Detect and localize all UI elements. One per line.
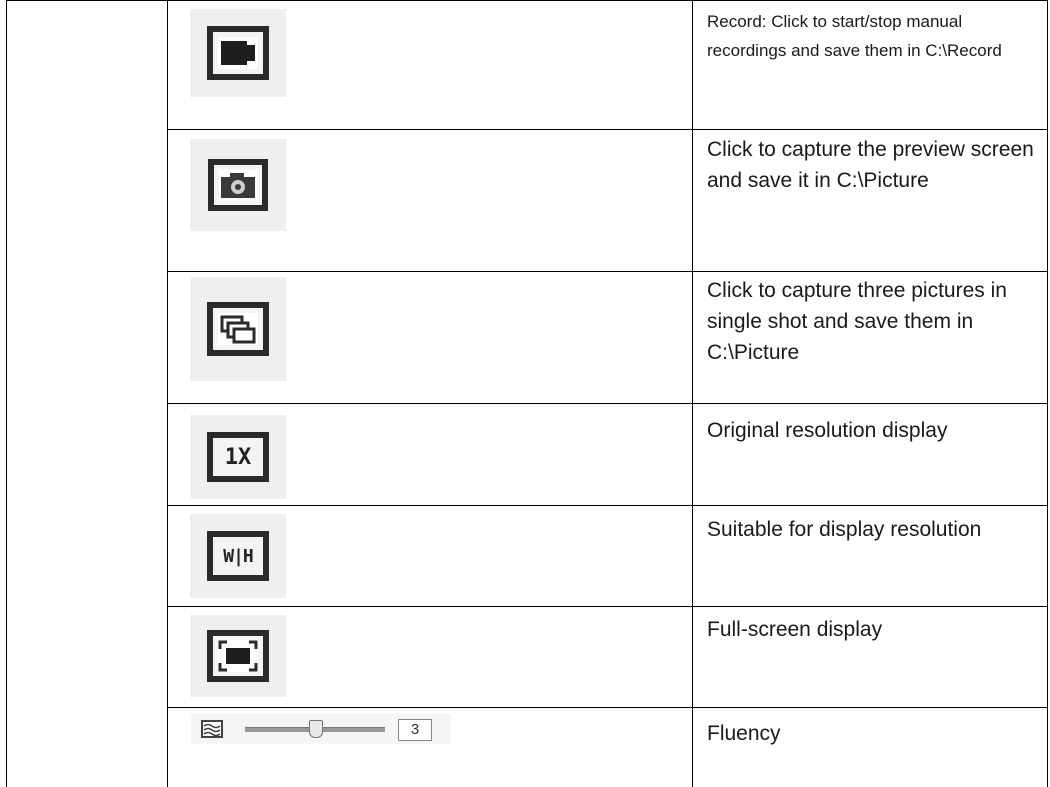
row-separator: [167, 271, 1048, 272]
row-description: Suitable for display resolution: [707, 518, 982, 541]
table-top-border: [6, 0, 1048, 1]
row-separator: [167, 505, 1048, 506]
row-description: Full-screen display: [707, 618, 883, 641]
burst-capture-button[interactable]: [190, 277, 286, 381]
row-separator: [167, 403, 1048, 404]
fullscreen-button[interactable]: [190, 615, 286, 697]
original-resolution-button[interactable]: 1X: [190, 415, 286, 499]
fluency-slider-thumb[interactable]: [309, 720, 323, 738]
record-icon: [207, 26, 269, 80]
fit-window-icon: W|H: [207, 531, 269, 581]
multi-capture-icon: [207, 302, 269, 356]
row-separator: [167, 707, 1048, 708]
table-right-border: [1047, 0, 1048, 787]
row-description: Original resolution display: [707, 419, 948, 442]
fluency-value[interactable]: 3: [398, 719, 432, 741]
table-left-border: [6, 0, 7, 787]
row-description: Click to capture the preview screen and …: [707, 138, 1034, 192]
fullscreen-icon: [207, 630, 269, 682]
column-divider-1: [167, 0, 168, 787]
row-description: Fluency: [707, 722, 781, 745]
icon-description-table: Record: Click to start/stop manual recor…: [0, 0, 1050, 787]
fit-window-button[interactable]: W|H: [190, 514, 286, 598]
row-description: Record: Click to start/stop manual recor…: [707, 12, 1002, 60]
row-description: Click to capture three pictures in singl…: [707, 279, 1007, 364]
camera-icon: [208, 159, 268, 211]
original-resolution-icon: 1X: [207, 432, 269, 482]
row-separator: [167, 129, 1048, 130]
record-button[interactable]: [190, 9, 286, 97]
fluency-control: 3: [191, 714, 451, 744]
row-separator: [167, 606, 1048, 607]
column-divider-2: [692, 0, 693, 787]
fluency-icon: [201, 720, 223, 738]
icon-text: W|H: [223, 545, 253, 567]
icon-text: 1X: [224, 444, 252, 470]
capture-button[interactable]: [190, 139, 286, 231]
